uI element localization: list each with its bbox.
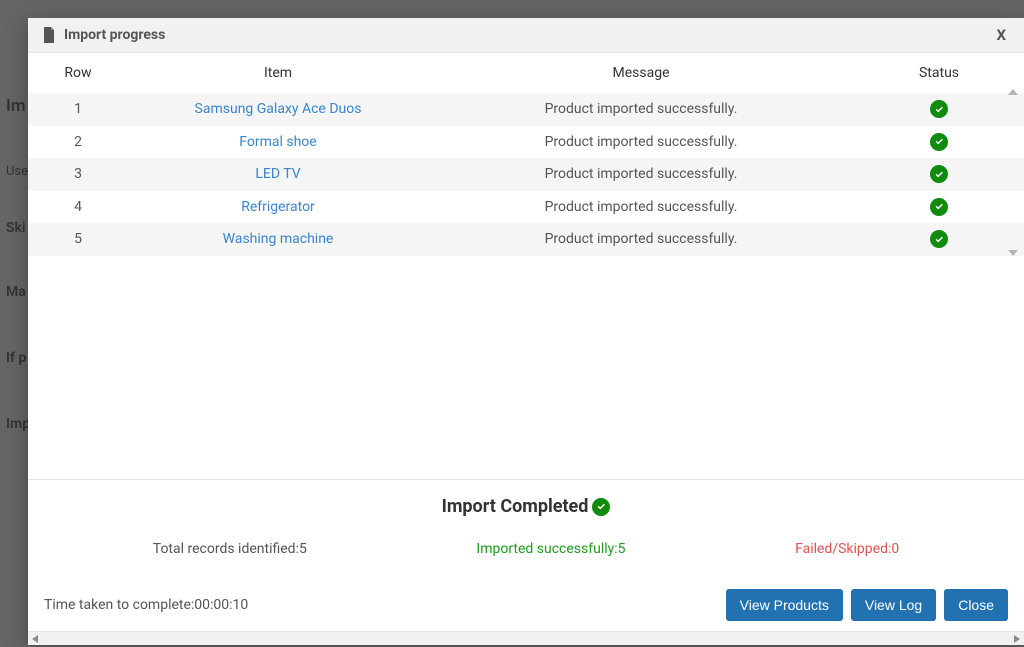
- cell-status: [854, 93, 1024, 126]
- results-table-region: Row Item Message Status 1 Samsung Galaxy …: [28, 53, 1024, 256]
- bg-label: Ski: [6, 220, 26, 236]
- bg-label: Im: [6, 96, 26, 116]
- import-completed-title: Import Completed: [442, 496, 611, 517]
- table-row: 5 Washing machine Product imported success…: [28, 223, 1024, 256]
- item-link[interactable]: Washing machine: [223, 231, 334, 247]
- bg-label: Ma: [6, 284, 26, 300]
- header-status: Status: [854, 53, 1024, 93]
- summary-row: Total records identified:5 Imported succ…: [28, 527, 1024, 577]
- view-products-button[interactable]: View Products: [726, 589, 843, 621]
- header-item: Item: [128, 53, 428, 93]
- footer-buttons: View Products View Log Close: [726, 589, 1008, 621]
- cell-message: Product imported successfully.: [428, 158, 854, 191]
- cell-status: [854, 126, 1024, 159]
- cell-item: Samsung Galaxy Ace Duos: [128, 93, 428, 126]
- item-link[interactable]: Formal shoe: [239, 134, 316, 150]
- item-link[interactable]: Samsung Galaxy Ace Duos: [195, 101, 362, 117]
- check-circle-icon: [930, 198, 948, 216]
- bg-label: Use: [6, 164, 28, 179]
- scroll-up-icon[interactable]: [1008, 89, 1018, 95]
- check-circle-icon: [592, 498, 610, 516]
- completed-title-text: Import Completed: [442, 496, 589, 517]
- cell-status: [854, 158, 1024, 191]
- check-circle-icon: [930, 165, 948, 183]
- item-link[interactable]: LED TV: [255, 166, 300, 182]
- cell-row-number: 3: [28, 158, 128, 191]
- cell-item: Refrigerator: [128, 191, 428, 224]
- cell-item: Formal shoe: [128, 126, 428, 159]
- cell-message: Product imported successfully.: [428, 93, 854, 126]
- item-link[interactable]: Refrigerator: [241, 199, 315, 215]
- close-button[interactable]: X: [992, 26, 1010, 44]
- bg-label: If p: [6, 350, 26, 366]
- check-circle-icon: [930, 100, 948, 118]
- cell-row-number: 1: [28, 93, 128, 126]
- vertical-scrollbar[interactable]: [1006, 89, 1020, 256]
- summary-total: Total records identified:5: [153, 541, 307, 557]
- modal-title: Import progress: [64, 27, 165, 43]
- cell-message: Product imported successfully.: [428, 126, 854, 159]
- cell-row-number: 2: [28, 126, 128, 159]
- horizontal-scrollbar[interactable]: [28, 631, 1024, 645]
- bg-label: Imp: [6, 416, 30, 432]
- cell-item: Washing machine: [128, 223, 428, 256]
- close-modal-button[interactable]: Close: [944, 589, 1008, 621]
- header-message: Message: [428, 53, 854, 93]
- table-row: 2 Formal shoe Product imported successfull…: [28, 126, 1024, 159]
- results-table: Row Item Message Status 1 Samsung Galaxy …: [28, 53, 1024, 256]
- cell-message: Product imported successfully.: [428, 223, 854, 256]
- scroll-left-icon[interactable]: [32, 635, 38, 643]
- cell-message: Product imported successfully.: [428, 191, 854, 224]
- summary-imported: Imported successfully:5: [476, 541, 625, 557]
- cell-row-number: 5: [28, 223, 128, 256]
- check-circle-icon: [930, 133, 948, 151]
- view-log-button[interactable]: View Log: [851, 589, 936, 621]
- summary-failed: Failed/Skipped:0: [795, 541, 899, 557]
- modal-header: Import progress X: [28, 18, 1024, 53]
- table-row: 3 LED TV Product imported successfully.: [28, 158, 1024, 191]
- table-row: 4 Refrigerator Product imported successful…: [28, 191, 1024, 224]
- table-row: 1 Samsung Galaxy Ace Duos Product imported…: [28, 93, 1024, 126]
- header-row: Row: [28, 53, 128, 93]
- time-taken: Time taken to complete:00:00:10: [44, 597, 248, 613]
- scroll-down-icon[interactable]: [1008, 250, 1018, 256]
- cell-item: LED TV: [128, 158, 428, 191]
- scroll-right-icon[interactable]: [1014, 635, 1020, 643]
- completed-section: Import Completed: [28, 479, 1024, 527]
- check-circle-icon: [930, 230, 948, 248]
- import-progress-modal: Import progress X Row Item Message Statu…: [28, 18, 1024, 645]
- cell-row-number: 4: [28, 191, 128, 224]
- modal-footer: Time taken to complete:00:00:10 View Pro…: [28, 577, 1024, 631]
- cell-status: [854, 223, 1024, 256]
- document-icon: [42, 27, 56, 43]
- cell-status: [854, 191, 1024, 224]
